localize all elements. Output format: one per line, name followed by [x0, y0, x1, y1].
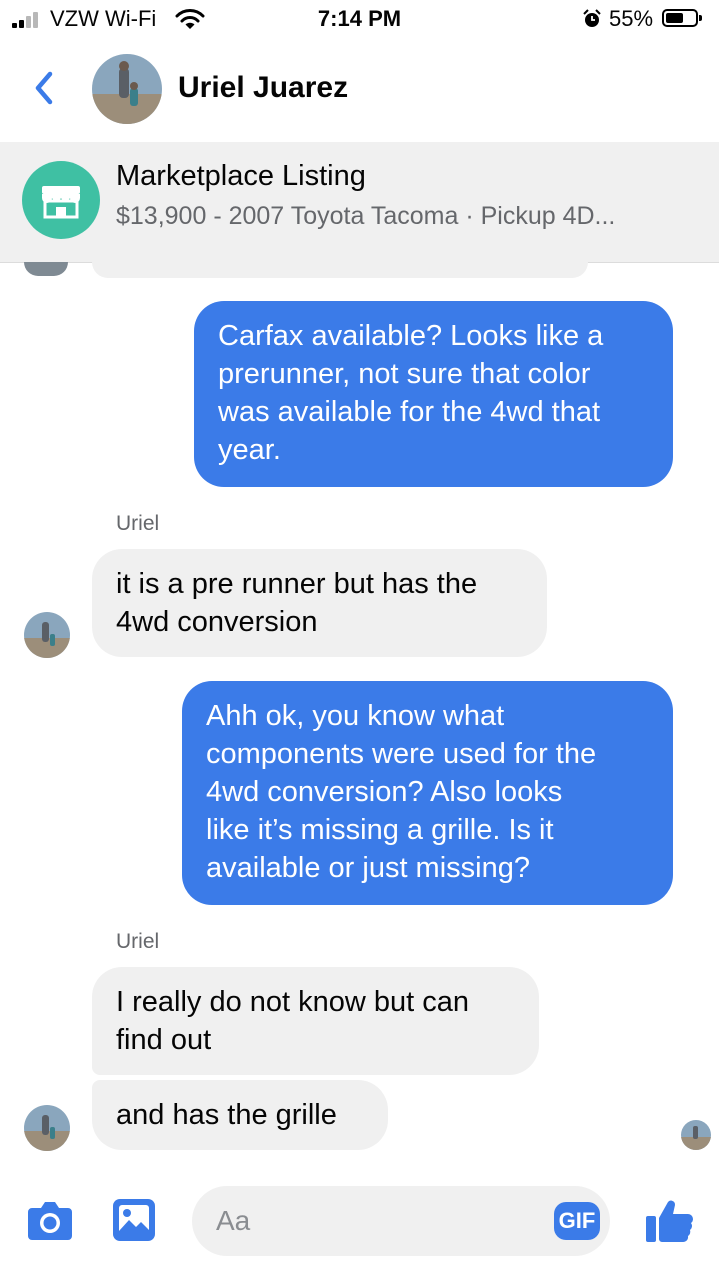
message-text: components were used for the	[206, 738, 597, 770]
message-text: 4wd conversion? Also looks	[206, 776, 563, 808]
message-text: Carfax available? Looks like a	[218, 320, 604, 352]
alarm-icon	[583, 9, 601, 27]
sender-name: Uriel	[116, 512, 160, 535]
message-text: year.	[218, 434, 281, 466]
marketplace-listing-banner[interactable]: Marketplace Listing $13,900 - 2007 Toyot…	[0, 142, 719, 263]
clipped-avatar	[24, 262, 68, 276]
message-incoming[interactable]: it is a pre runner but has the 4wd conve…	[92, 549, 547, 657]
conversation-header: Uriel Juarez	[0, 44, 719, 140]
sender-avatar[interactable]	[24, 612, 70, 658]
message-text: was available for the 4wd that	[218, 396, 601, 428]
contact-name: Uriel Juarez	[178, 71, 349, 104]
message-outgoing[interactable]: Ahh ok, you know what components were us…	[182, 681, 673, 905]
message-text: available or just missing?	[206, 852, 530, 884]
battery-percent: 55%	[609, 6, 654, 31]
message-text: like it’s missing a grille. Is it	[206, 814, 554, 846]
message-text: it is a pre runner but has the	[116, 568, 478, 600]
message-text: find out	[116, 1024, 212, 1056]
message-text: I really do not know but can	[116, 986, 470, 1018]
message-text: prerunner, not sure that color	[218, 358, 591, 390]
message-text: Ahh ok, you know what	[206, 700, 505, 732]
camera-icon[interactable]	[26, 1198, 74, 1242]
clipped-previous-bubble	[92, 262, 588, 278]
read-receipt-avatar	[681, 1120, 711, 1150]
message-input[interactable]	[214, 1200, 518, 1242]
message-input-container: GIF	[192, 1186, 610, 1256]
message-text: and has the grille	[116, 1099, 337, 1131]
sender-name: Uriel	[116, 930, 160, 953]
contact-avatar[interactable]	[92, 54, 162, 124]
image-icon[interactable]	[112, 1198, 156, 1242]
sender-avatar[interactable]	[24, 1105, 70, 1151]
chevron-left-icon[interactable]	[30, 68, 60, 108]
storefront-icon	[22, 161, 100, 239]
battery-icon	[662, 9, 702, 27]
message-incoming[interactable]: I really do not know but can find out	[92, 967, 539, 1075]
gif-button[interactable]: GIF	[554, 1202, 600, 1240]
status-bar: VZW Wi-Fi 7:14 PM 55%	[0, 0, 719, 40]
thumbs-up-icon[interactable]	[644, 1196, 694, 1244]
message-composer: GIF	[0, 1180, 719, 1279]
listing-title: Marketplace Listing	[116, 160, 366, 192]
message-text: 4wd conversion	[116, 606, 318, 638]
message-outgoing[interactable]: Carfax available? Looks like a prerunner…	[194, 301, 673, 487]
message-incoming[interactable]: and has the grille	[92, 1080, 388, 1150]
listing-subtitle: $13,900 - 2007 Toyota Tacoma · Pickup 4D…	[116, 202, 616, 230]
